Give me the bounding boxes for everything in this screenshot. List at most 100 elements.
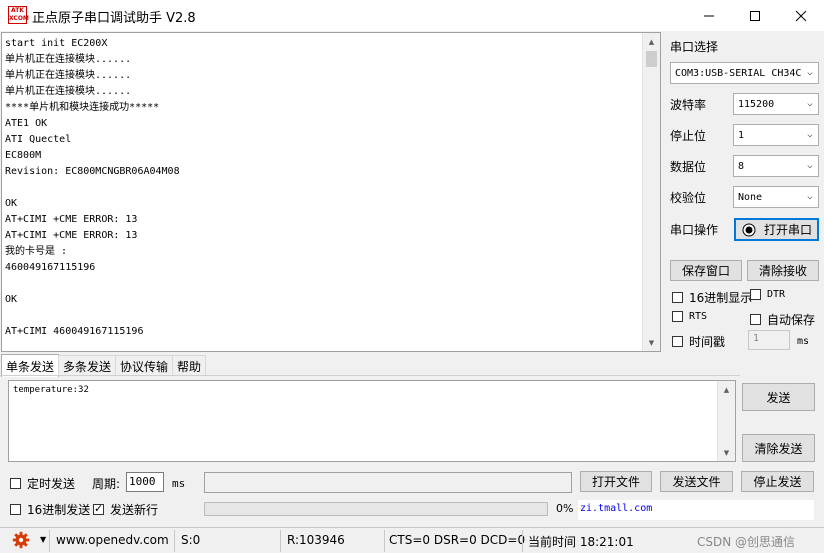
tab-divider [0, 375, 740, 376]
checkbox-box[interactable] [93, 502, 104, 516]
checkbox-box[interactable] [750, 314, 761, 325]
receive-line: 460049167115196 [5, 262, 96, 273]
send-label: 发送 [766, 390, 791, 405]
receive-line: 单片机正在连接模块...... [5, 86, 132, 97]
settings-button[interactable] [12, 531, 30, 552]
auto-save-checkbox[interactable]: 自动保存 [750, 311, 815, 328]
app-icon: ATK XCOM [8, 6, 29, 24]
watermark: CSDN @创思通信 [697, 535, 796, 549]
receive-line: 单片机正在连接模块...... [5, 54, 132, 65]
save-window-button[interactable]: 保存窗口 [670, 260, 742, 281]
receive-line: ****单片机和模块连接成功***** [5, 102, 160, 113]
status-time: 当前时间 18:21:01 [528, 535, 634, 549]
clear-send-label: 清除发送 [754, 441, 803, 456]
checkbox-box[interactable] [10, 478, 21, 489]
databit-label: 数据位 [670, 160, 707, 174]
clear-receive-button[interactable]: 清除接收 [747, 260, 819, 281]
receive-line: 我的卡号是 : [5, 246, 68, 257]
auto-save-label: 自动保存 [767, 313, 816, 327]
checkbox-box[interactable] [672, 311, 683, 322]
close-button[interactable] [778, 0, 824, 31]
status-separator [522, 530, 523, 552]
checkbox-box[interactable] [750, 289, 761, 300]
send-area[interactable]: temperature:32 ▲ ▼ [8, 380, 736, 462]
send-scrollbar[interactable]: ▲ ▼ [717, 381, 735, 461]
receive-line: ATI Quectel [5, 134, 72, 145]
scroll-down-icon[interactable]: ▼ [718, 444, 735, 461]
chevron-down-icon: ⌵ [807, 192, 813, 202]
app-icon-line2: XCOM [9, 15, 29, 22]
scroll-up-icon[interactable]: ▲ [643, 33, 660, 50]
gear-icon [12, 531, 30, 549]
status-received: R:103946 [287, 533, 345, 547]
progress-text: 0% [556, 502, 574, 515]
receive-scrollbar[interactable]: ▲ ▼ [642, 33, 660, 351]
timed-send-label: 定时发送 [27, 477, 76, 491]
dtr-checkbox[interactable]: DTR [750, 289, 785, 300]
status-separator [280, 530, 281, 552]
stop-send-button[interactable]: 停止发送 [741, 471, 814, 492]
rts-checkbox[interactable]: RTS [672, 311, 707, 322]
port-select[interactable]: COM3:USB-SERIAL CH34C ⌵ [670, 62, 819, 84]
scroll-up-icon[interactable]: ▲ [718, 381, 735, 398]
parity-value: None [738, 191, 763, 203]
baud-select[interactable]: 115200 ⌵ [733, 93, 819, 115]
timed-send-checkbox[interactable]: 定时发送 [10, 475, 75, 492]
period-input[interactable]: 1000 [126, 472, 164, 492]
record-icon [742, 223, 756, 236]
send-button[interactable]: 发送 [742, 383, 815, 411]
timestamp-label: 时间戳 [689, 335, 726, 349]
maximize-button[interactable] [732, 0, 778, 31]
settings-dropdown-icon[interactable]: ▼ [40, 535, 46, 544]
send-newline-label: 发送新行 [110, 503, 159, 517]
status-url[interactable]: www.openedv.com [56, 533, 169, 547]
send-file-button[interactable]: 发送文件 [660, 471, 733, 492]
minimize-button[interactable] [686, 0, 732, 31]
port-label: 串口选择 [670, 40, 719, 54]
tab-help[interactable]: 帮助 [172, 355, 207, 376]
receive-line [5, 308, 641, 324]
save-window-label: 保存窗口 [681, 264, 730, 278]
stopbit-label: 停止位 [670, 129, 707, 143]
tab-protocol[interactable]: 协议传输 [115, 355, 174, 376]
receive-line: ATE1 OK [5, 118, 48, 129]
chevron-down-icon: ⌵ [807, 130, 813, 140]
serial-op-label: 串口操作 [670, 223, 719, 237]
ad-link[interactable]: zi.tmall.com [578, 500, 814, 520]
parity-label: 校验位 [670, 191, 707, 205]
receive-text: start init EC200X 单片机正在连接模块...... 单片机正在连接模… [5, 36, 641, 350]
send-progress-bar [204, 502, 548, 516]
receive-line: Revision: EC800MCNGBR06A04M08 [5, 166, 180, 177]
stop-send-label: 停止发送 [753, 475, 802, 489]
scroll-thumb[interactable] [646, 51, 657, 67]
hex-send-checkbox[interactable]: 16进制发送 [10, 501, 90, 518]
timestamp-input[interactable]: 1 [748, 330, 790, 350]
checkbox-box[interactable] [10, 504, 21, 515]
scroll-down-icon[interactable]: ▼ [643, 334, 660, 351]
receive-area[interactable]: start init EC200X 单片机正在连接模块...... 单片机正在连接模… [1, 32, 661, 352]
chevron-down-icon: ⌵ [807, 161, 813, 171]
databit-select[interactable]: 8 ⌵ [733, 155, 819, 177]
open-port-label: 打开串口 [764, 223, 813, 237]
timestamp-checkbox[interactable]: 时间戳 [672, 333, 725, 350]
file-path-input[interactable] [204, 472, 572, 493]
title-bar: ATK XCOM 正点原子串口调试助手 V2.8 [0, 0, 824, 31]
send-file-label: 发送文件 [672, 475, 721, 489]
open-port-button[interactable]: 打开串口 [734, 218, 819, 241]
tab-multi-send[interactable]: 多条发送 [58, 355, 117, 376]
receive-line: EC800M [5, 150, 42, 161]
tab-single-send[interactable]: 单条发送 [1, 354, 60, 377]
open-file-button[interactable]: 打开文件 [580, 471, 652, 492]
send-tabs: 单条发送 多条发送 协议传输 帮助 [1, 354, 207, 377]
parity-select[interactable]: None ⌵ [733, 186, 819, 208]
checkbox-box[interactable] [672, 292, 683, 303]
hex-send-label: 16进制发送 [27, 503, 91, 517]
clear-send-button[interactable]: 清除发送 [742, 434, 815, 462]
stopbit-select[interactable]: 1 ⌵ [733, 124, 819, 146]
hex-display-checkbox[interactable]: 16进制显示 [672, 289, 752, 306]
checkbox-box[interactable] [672, 336, 683, 347]
period-ms-label: ms [172, 477, 186, 490]
status-separator [174, 530, 175, 552]
period-label: 周期: [92, 477, 121, 491]
send-newline-checkbox[interactable]: 发送新行 [93, 501, 158, 518]
